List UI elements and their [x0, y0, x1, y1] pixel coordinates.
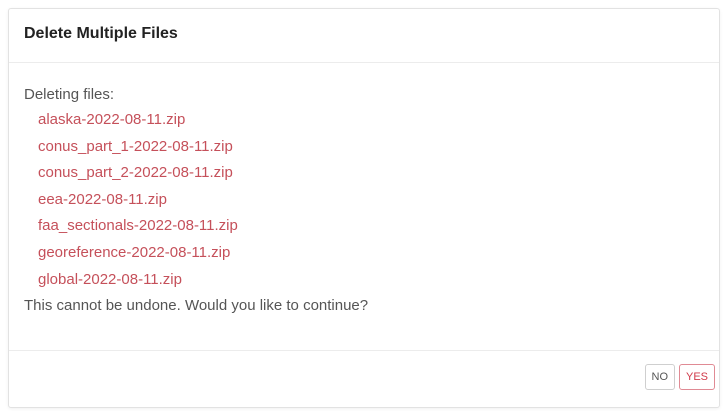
file-item: conus_part_2-2022-08-11.zip	[38, 164, 233, 182]
no-button[interactable]: NO	[644, 364, 675, 390]
dialog-title: Delete Multiple Files	[24, 25, 178, 42]
yes-button[interactable]: YES	[678, 364, 715, 390]
file-item: faa_sectionals-2022-08-11.zip	[38, 217, 238, 235]
file-item: global-2022-08-11.zip	[38, 270, 182, 288]
file-item: eea-2022-08-11.zip	[38, 190, 167, 208]
file-item: conus_part_1-2022-08-11.zip	[38, 137, 233, 155]
dialog-body: Deleting files: alaska-2022-08-11.zip co…	[9, 63, 719, 351]
intro-text: Deleting files:	[24, 86, 115, 103]
file-item: georeference-2022-08-11.zip	[38, 243, 231, 261]
file-item: alaska-2022-08-11.zip	[38, 111, 186, 128]
dialog-footer: NO YES	[9, 351, 719, 408]
delete-files-dialog: Delete Multiple Files Deleting files: al…	[8, 8, 720, 408]
warning-text: This cannot be undone. Would you like to…	[24, 297, 369, 315]
dialog-header: Delete Multiple Files	[9, 9, 719, 63]
file-list: alaska-2022-08-11.zip conus_part_1-2022-…	[24, 107, 704, 293]
